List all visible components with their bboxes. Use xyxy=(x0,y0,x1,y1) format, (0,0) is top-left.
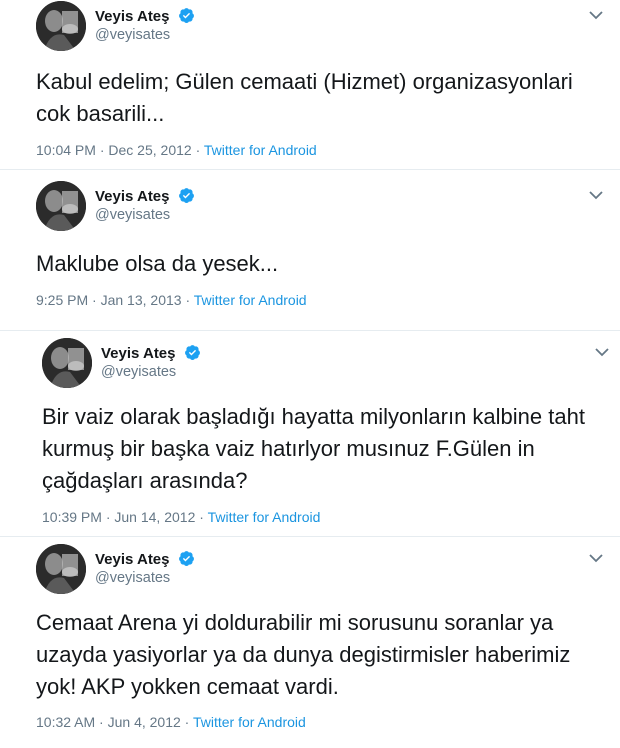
tweet-feed: Veyis Ateş @veyisates Kabul edelim; Güle… xyxy=(0,0,620,748)
tweet-source-link[interactable]: Twitter for Android xyxy=(208,509,321,525)
chevron-down-icon[interactable] xyxy=(587,8,605,22)
display-name[interactable]: Veyis Ateş xyxy=(95,187,195,205)
tweet-text: Kabul edelim; Gülen cemaati (Hizmet) org… xyxy=(36,69,573,126)
tweet-card[interactable]: Veyis Ateş @veyisates Kabul edelim; Güle… xyxy=(0,0,620,170)
avatar[interactable] xyxy=(42,338,92,388)
tweet-card[interactable]: Veyis Ateş @veyisates Bir vaiz olarak ba… xyxy=(0,331,620,536)
verified-badge-icon xyxy=(178,188,194,203)
tweet-meta: 10:39 PM · Jun 14, 2012 · Twitter for An… xyxy=(42,509,321,525)
avatar[interactable] xyxy=(36,181,86,231)
tweet-timestamp[interactable]: 10:39 PM · Jun 14, 2012 xyxy=(42,509,195,525)
chevron-down-icon[interactable] xyxy=(587,551,605,565)
tweet-source-link[interactable]: Twitter for Android xyxy=(204,142,317,158)
display-name[interactable]: Veyis Ateş xyxy=(95,7,195,25)
tweet-source-link[interactable]: Twitter for Android xyxy=(194,292,307,308)
verified-badge-icon xyxy=(178,551,194,566)
verified-badge-icon xyxy=(178,8,194,23)
chevron-down-icon[interactable] xyxy=(587,188,605,202)
tweet-timestamp[interactable]: 10:32 AM · Jun 4, 2012 xyxy=(36,714,181,730)
tweet-text: Maklube olsa da yesek... xyxy=(36,251,279,276)
tweet-meta: 10:32 AM · Jun 4, 2012 · Twitter for And… xyxy=(36,714,306,730)
tweet-card[interactable]: Veyis Ateş @veyisates Maklube olsa da ye… xyxy=(0,170,620,330)
handle[interactable]: @veyisates xyxy=(95,27,170,43)
tweet-text: Cemaat Arena yi doldurabilir mi sorusunu… xyxy=(36,610,571,699)
handle[interactable]: @veyisates xyxy=(101,364,176,380)
handle[interactable]: @veyisates xyxy=(95,207,170,223)
tweet-timestamp[interactable]: 10:04 PM · Dec 25, 2012 xyxy=(36,142,192,158)
tweet-meta: 10:04 PM · Dec 25, 2012 · Twitter for An… xyxy=(36,142,317,158)
tweet-timestamp[interactable]: 9:25 PM · Jan 13, 2013 xyxy=(36,292,182,308)
display-name[interactable]: Veyis Ateş xyxy=(101,344,201,362)
avatar[interactable] xyxy=(36,1,86,51)
display-name[interactable]: Veyis Ateş xyxy=(95,550,195,568)
tweet-meta: 9:25 PM · Jan 13, 2013 · Twitter for And… xyxy=(36,292,307,308)
verified-badge-icon xyxy=(184,345,200,360)
tweet-text: Bir vaiz olarak başladığı hayatta milyon… xyxy=(42,404,585,493)
handle[interactable]: @veyisates xyxy=(95,570,170,586)
avatar[interactable] xyxy=(36,544,86,594)
tweet-source-link[interactable]: Twitter for Android xyxy=(193,714,306,730)
tweet-card[interactable]: Veyis Ateş @veyisates Cemaat Arena yi do… xyxy=(0,537,620,748)
chevron-down-icon[interactable] xyxy=(593,345,611,359)
